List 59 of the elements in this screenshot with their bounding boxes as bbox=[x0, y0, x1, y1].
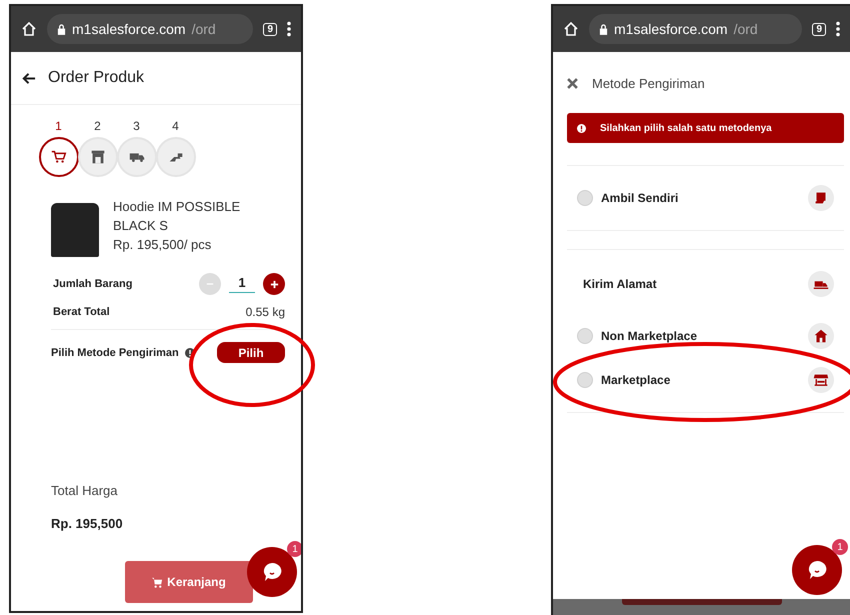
product-price: Rp. 195,500/ pcs bbox=[113, 236, 212, 254]
menu-icon[interactable] bbox=[287, 21, 291, 37]
chat-button[interactable] bbox=[247, 547, 297, 597]
cart-icon bbox=[152, 576, 164, 588]
tab-count[interactable]: 9 bbox=[812, 22, 826, 36]
quantity-field[interactable]: 1 bbox=[229, 275, 255, 293]
menu-icon[interactable] bbox=[836, 21, 840, 37]
info-icon[interactable] bbox=[184, 348, 195, 358]
lock-icon bbox=[599, 24, 608, 34]
radio-button[interactable] bbox=[577, 328, 593, 344]
weight-label: Berat Total bbox=[53, 306, 110, 318]
speech-bubble-icon bbox=[262, 562, 282, 582]
product-name: Hoodie IM POSSIBLE BLACK S bbox=[113, 198, 242, 235]
increase-button[interactable] bbox=[263, 273, 285, 295]
speech-bubble-icon bbox=[807, 560, 827, 580]
dialog-title: Metode Pengiriman bbox=[592, 76, 705, 91]
radio-button[interactable] bbox=[577, 372, 593, 388]
close-icon[interactable] bbox=[567, 78, 578, 89]
page-title: Order Produk bbox=[48, 69, 144, 87]
option-label[interactable]: Non Marketplace bbox=[601, 329, 800, 343]
address-bar[interactable]: m1salesforce.com /ord bbox=[47, 14, 254, 44]
step-number: 4 bbox=[172, 119, 179, 133]
radio-button[interactable] bbox=[577, 190, 593, 206]
total-label: Total Harga bbox=[50, 483, 118, 498]
step-icon bbox=[88, 148, 106, 166]
option-label[interactable]: Ambil Sendiri bbox=[601, 191, 800, 205]
choose-button[interactable]: Pilih bbox=[217, 342, 285, 363]
step-number: 3 bbox=[133, 119, 140, 133]
quantity-label: Jumlah Barang bbox=[53, 278, 132, 290]
url-host: m1salesforce.com bbox=[72, 21, 186, 37]
weight-value: 0.55 kg bbox=[246, 305, 285, 319]
option-icon bbox=[808, 367, 834, 393]
option-icon bbox=[808, 185, 834, 211]
url-path: /ord bbox=[734, 21, 758, 37]
option-icon bbox=[808, 271, 834, 297]
notification-badge: 1 bbox=[287, 541, 301, 557]
shipping-label: Pilih Metode Pengiriman bbox=[51, 346, 179, 358]
back-arrow-icon[interactable] bbox=[21, 70, 36, 86]
notification-badge: 1 bbox=[832, 539, 848, 555]
group-label: Kirim Alamat bbox=[583, 277, 658, 291]
plus-icon bbox=[270, 280, 278, 288]
total-value: Rp. 195,500 bbox=[50, 515, 124, 531]
cart-button[interactable]: Keranjang bbox=[125, 561, 253, 603]
lock-icon bbox=[57, 24, 66, 34]
option-label[interactable]: Marketplace bbox=[601, 373, 800, 387]
chat-button[interactable] bbox=[792, 545, 842, 595]
home-icon[interactable] bbox=[21, 21, 37, 37]
step-number: 1 bbox=[55, 119, 62, 133]
url-host: m1salesforce.com bbox=[614, 21, 728, 37]
warning-icon bbox=[577, 124, 586, 132]
step-button[interactable] bbox=[38, 137, 78, 177]
photo-placeholder bbox=[51, 203, 99, 257]
alert-text: Silahkan pilih salah satu metodenya bbox=[600, 122, 772, 134]
home-icon[interactable] bbox=[563, 21, 579, 37]
step-number: 2 bbox=[94, 119, 101, 133]
option-icon bbox=[808, 323, 834, 349]
address-bar[interactable]: m1salesforce.com /ord bbox=[589, 14, 802, 44]
url-path: /ord bbox=[192, 21, 216, 37]
tab-count[interactable]: 9 bbox=[263, 22, 277, 36]
